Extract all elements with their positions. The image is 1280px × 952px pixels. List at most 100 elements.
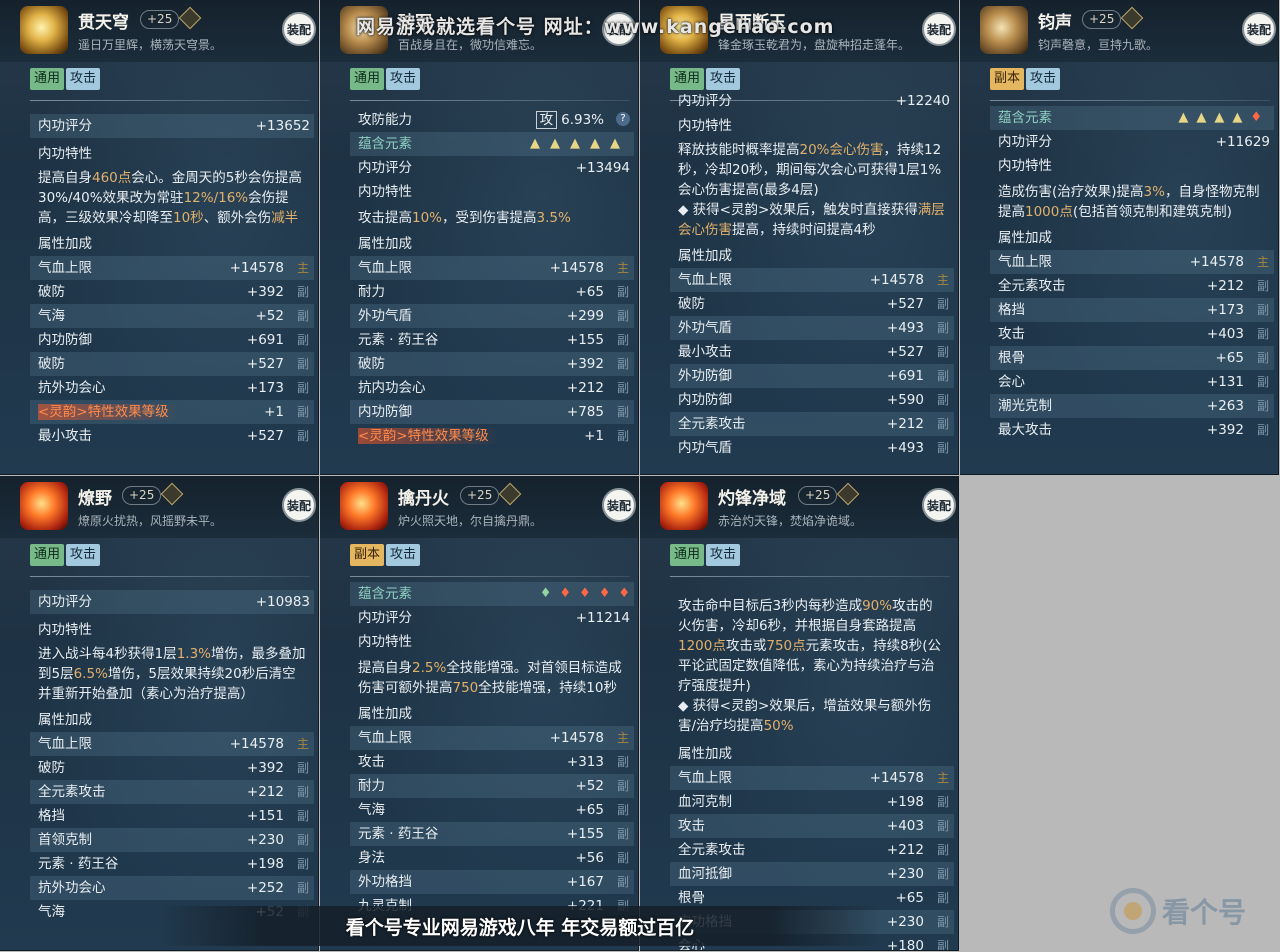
attr-value: +299 bbox=[566, 308, 604, 324]
sub-stat-icon: 副 bbox=[296, 809, 309, 823]
attr-row: 耐力 +65 副 bbox=[350, 280, 634, 304]
attr-row: 气海 +52 副 bbox=[30, 304, 314, 328]
card-header: 燎野 +25 燎原火扰热，风摇野未平。 装配 bbox=[0, 476, 318, 538]
attr-value: +527 bbox=[886, 344, 924, 360]
item-desc: 炉火照天地，尔自擒丹鼎。 bbox=[398, 514, 543, 528]
attr-name: 气血上限 bbox=[678, 770, 732, 786]
score-label: 内功评分 bbox=[678, 94, 732, 108]
trait-segment: ◆ 获得<灵韵>效果后，增益效果与额外伤害/治疗均提高 bbox=[678, 698, 932, 734]
attr-name: 元素 · 药王谷 bbox=[358, 332, 439, 348]
attr-row: 全元素攻击 +212 副 bbox=[30, 780, 314, 804]
trait-highlight: 10秒 bbox=[173, 210, 204, 226]
tag-attack: 攻击 bbox=[706, 544, 741, 566]
attr-name: 血河抵御 bbox=[678, 866, 732, 882]
trait-highlight: 90% bbox=[862, 598, 893, 614]
equip-button[interactable]: 装配 bbox=[922, 488, 956, 522]
equip-button[interactable]: 装配 bbox=[282, 12, 316, 46]
attr-value: +52 bbox=[255, 308, 285, 324]
trait-text: 提高自身460点会心。金周天的5秒会伤提高30%/40%效果改为常驻12%/16… bbox=[30, 166, 314, 232]
attr-row: 抗外功会心 +252 副 bbox=[30, 876, 314, 900]
sub-stat-icon: 副 bbox=[616, 309, 629, 323]
item-name: 贯天穹 bbox=[78, 13, 129, 33]
card-body: 内功评分 +13652 内功特性 提高自身460点会心。金周天的5秒会伤提高30… bbox=[30, 104, 314, 448]
attr-name: 潮光克制 bbox=[998, 398, 1052, 414]
attr-name: 身法 bbox=[358, 850, 385, 866]
attr-row: 气血上限 +14578 主 bbox=[350, 726, 634, 750]
attr-row: 最小攻击 +527 副 bbox=[30, 424, 314, 448]
sub-stat-icon: 副 bbox=[296, 833, 309, 847]
attr-name: 攻击 bbox=[358, 754, 385, 770]
trait-segment: 全技能增强，持续10秒 bbox=[478, 680, 617, 696]
equip-button[interactable]: 装配 bbox=[602, 488, 636, 522]
attr-name: 内功气盾 bbox=[678, 440, 732, 456]
attr-name: 抗外功会心 bbox=[38, 380, 106, 396]
attr-name: 气血上限 bbox=[38, 260, 92, 276]
element-label: 蕴含元素 bbox=[998, 110, 1052, 126]
card-body: 蕴含元素 ▲▲▲▲♦ 内功评分 +11629 内功特性 造成伤害(治疗效果)提高… bbox=[990, 104, 1274, 442]
attr-value: +590 bbox=[886, 392, 924, 408]
card-body: 攻击命中目标后3秒内每秒造成90%攻击的火伤害，冷却6秒，并根据自身套路提高12… bbox=[670, 580, 954, 950]
tag-list: 副本 攻击 bbox=[990, 68, 1061, 90]
sub-stat-icon: 副 bbox=[936, 417, 949, 431]
attrs-title: 属性加成 bbox=[358, 236, 412, 252]
attr-row: 外功防御 +691 副 bbox=[670, 364, 954, 388]
help-icon[interactable]: ? bbox=[616, 112, 630, 126]
attr-name: 元素 · 药王谷 bbox=[358, 826, 439, 842]
attr-value: +493 bbox=[886, 320, 924, 336]
tag-dungeon: 副本 bbox=[350, 544, 385, 566]
attr-value: +131 bbox=[1206, 374, 1244, 390]
trait-segment: 进入战斗每4秒获得1层 bbox=[38, 646, 177, 662]
score-value: +13652 bbox=[255, 118, 310, 134]
card-body: 内功评分 +10983 内功特性 进入战斗每4秒获得1层1.3%增伤，最多叠加到… bbox=[30, 580, 314, 924]
sub-stat-icon: 副 bbox=[936, 891, 949, 905]
sub-stat-icon: 副 bbox=[936, 321, 949, 335]
trait-segment: ◆ 获得<灵韵>效果后，触发时直接获得 bbox=[678, 202, 918, 218]
score-row: 内功评分 +11629 bbox=[990, 130, 1274, 154]
score-row: 内功评分 +13652 bbox=[30, 114, 314, 138]
bell-icon bbox=[980, 6, 1028, 54]
equipment-card-2: 破军 百战身且在，微功信难忘。 装配 通用 攻击 攻防能力 攻 6.93% ? 蕴… bbox=[320, 0, 639, 475]
equip-button[interactable]: 装配 bbox=[1242, 12, 1276, 46]
score-row: 内功评分 +13494 bbox=[350, 156, 634, 180]
trait-segment: 、额外会伤 bbox=[203, 210, 272, 226]
sub-stat-icon: 副 bbox=[616, 429, 629, 443]
tag-general: 通用 bbox=[670, 68, 705, 90]
attr-name: 会心 bbox=[998, 374, 1025, 390]
sub-stat-icon: 副 bbox=[296, 333, 309, 347]
equip-button[interactable]: 装配 bbox=[282, 488, 316, 522]
sub-stat-icon: 副 bbox=[616, 405, 629, 419]
sub-stat-icon: 副 bbox=[296, 285, 309, 299]
sub-stat-icon: 副 bbox=[1256, 351, 1269, 365]
attr-row: 耐力 +52 副 bbox=[350, 774, 634, 798]
attr-name: 气血上限 bbox=[358, 730, 412, 746]
equip-button[interactable]: 装配 bbox=[922, 12, 956, 46]
main-stat-icon: 主 bbox=[936, 771, 949, 785]
attr-row: 攻击 +403 副 bbox=[670, 814, 954, 838]
sub-stat-icon: 副 bbox=[616, 357, 629, 371]
attr-value: +392 bbox=[1206, 422, 1244, 438]
attr-row: 根骨 +65 副 bbox=[990, 346, 1274, 370]
attr-row: 元素 · 药王谷 +155 副 bbox=[350, 822, 634, 846]
attr-value: +151 bbox=[246, 808, 284, 824]
trait-highlight: 1.3% bbox=[176, 646, 211, 662]
trait-segment: ，受到伤害提高 bbox=[442, 210, 537, 226]
element-row: 蕴含元素 ▲▲▲▲♦ bbox=[990, 106, 1274, 130]
attr-name: 格挡 bbox=[998, 302, 1025, 318]
attr-name: 气海 bbox=[38, 904, 65, 920]
attr-row: 元素 · 药王谷 +198 副 bbox=[30, 852, 314, 876]
attr-row: 内功防御 +785 副 bbox=[350, 400, 634, 424]
sub-stat-icon: 副 bbox=[616, 803, 629, 817]
attr-value: +65 bbox=[895, 890, 925, 906]
card-body: 内功评分 +12240 内功特性 释放技能时概率提高20%会心伤害，持续12秒，… bbox=[670, 94, 954, 460]
attr-name: <灵韵>特性效果等级 bbox=[358, 428, 499, 444]
divider bbox=[670, 576, 950, 577]
attr-value: +167 bbox=[566, 874, 604, 890]
sub-stat-icon: 副 bbox=[616, 333, 629, 347]
trait-title: 内功特性 bbox=[358, 634, 412, 650]
sub-stat-icon: 副 bbox=[936, 915, 949, 929]
main-stat-icon: 主 bbox=[616, 261, 629, 275]
trait-segment: 造成伤害(治疗效果)提高 bbox=[998, 184, 1144, 200]
score-value: +10983 bbox=[255, 594, 310, 610]
rank-diamond-icon bbox=[178, 6, 202, 30]
element-row: 蕴含元素 ♦ ♦ ♦ ♦ ♦ bbox=[350, 582, 634, 606]
